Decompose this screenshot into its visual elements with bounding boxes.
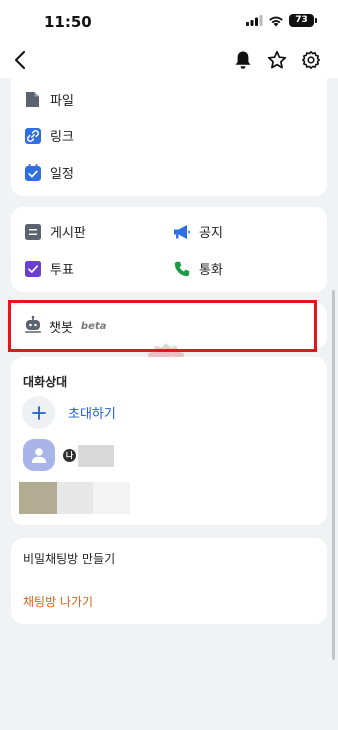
status-bar: 11:50 73: [0, 0, 338, 44]
call-label: 통화: [199, 263, 223, 278]
board-label: 게시판: [50, 226, 86, 241]
vote-icon: [24, 260, 41, 277]
invite-label: 초대하기: [68, 407, 116, 422]
file-icon: [24, 91, 41, 108]
gear-icon: [302, 51, 320, 69]
signal-icon: [246, 15, 263, 26]
create-secret-chat-button[interactable]: 비밀채팅방 만들기: [23, 550, 115, 567]
menu-item-label: 파일: [50, 94, 74, 109]
menu-item-notice[interactable]: 공지: [173, 222, 223, 241]
chatbot-menu-item[interactable]: 챗봇 beta: [25, 315, 107, 337]
plus-icon: [22, 396, 55, 429]
nav-bar: [0, 44, 338, 78]
menu-item-label: 링크: [50, 130, 74, 145]
vote-label: 투표: [50, 263, 74, 278]
chatbot-label: 챗봇: [49, 321, 73, 336]
redacted-member-block: [57, 482, 93, 514]
bot-icon: [25, 315, 41, 337]
board-menu-card: [11, 207, 327, 292]
favorite-button[interactable]: [265, 48, 289, 72]
menu-item-board[interactable]: 게시판: [24, 222, 86, 241]
phone-icon: [173, 260, 190, 277]
redacted-member-name: [78, 445, 114, 467]
notification-button[interactable]: [231, 48, 255, 72]
menu-item-file[interactable]: 파일: [24, 90, 74, 109]
menu-item-label: 일정: [50, 167, 74, 182]
redacted-member-avatar: [19, 482, 57, 514]
me-badge: 나: [63, 449, 76, 462]
leave-chat-button[interactable]: 채팅방 나가기: [23, 593, 93, 610]
menu-item-link[interactable]: 링크: [24, 126, 74, 145]
menu-item-schedule[interactable]: 일정: [24, 163, 74, 182]
status-time: 11:50: [44, 13, 92, 31]
avatar[interactable]: [23, 439, 55, 471]
star-icon: [267, 50, 287, 69]
members-section-title: 대화상대: [23, 375, 68, 389]
link-icon: [24, 127, 41, 144]
redacted-member-block: [93, 482, 130, 514]
battery-icon: 73: [289, 14, 317, 27]
notice-label: 공지: [199, 226, 223, 241]
person-icon: [31, 448, 47, 463]
wifi-icon: [269, 16, 283, 26]
beta-badge: beta: [80, 321, 107, 332]
status-icons: 73: [246, 14, 317, 27]
chevron-left-icon: [15, 51, 25, 69]
scrollbar[interactable]: [332, 290, 335, 660]
bell-icon: [235, 51, 251, 69]
settings-button[interactable]: [299, 48, 323, 72]
board-icon: [24, 223, 41, 240]
menu-item-vote[interactable]: 투표: [24, 259, 74, 278]
invite-button[interactable]: 초대하기: [22, 396, 116, 429]
menu-item-call[interactable]: 통화: [173, 259, 223, 278]
calendar-icon: [24, 164, 41, 181]
back-button[interactable]: [8, 48, 32, 72]
megaphone-icon: [173, 223, 190, 240]
